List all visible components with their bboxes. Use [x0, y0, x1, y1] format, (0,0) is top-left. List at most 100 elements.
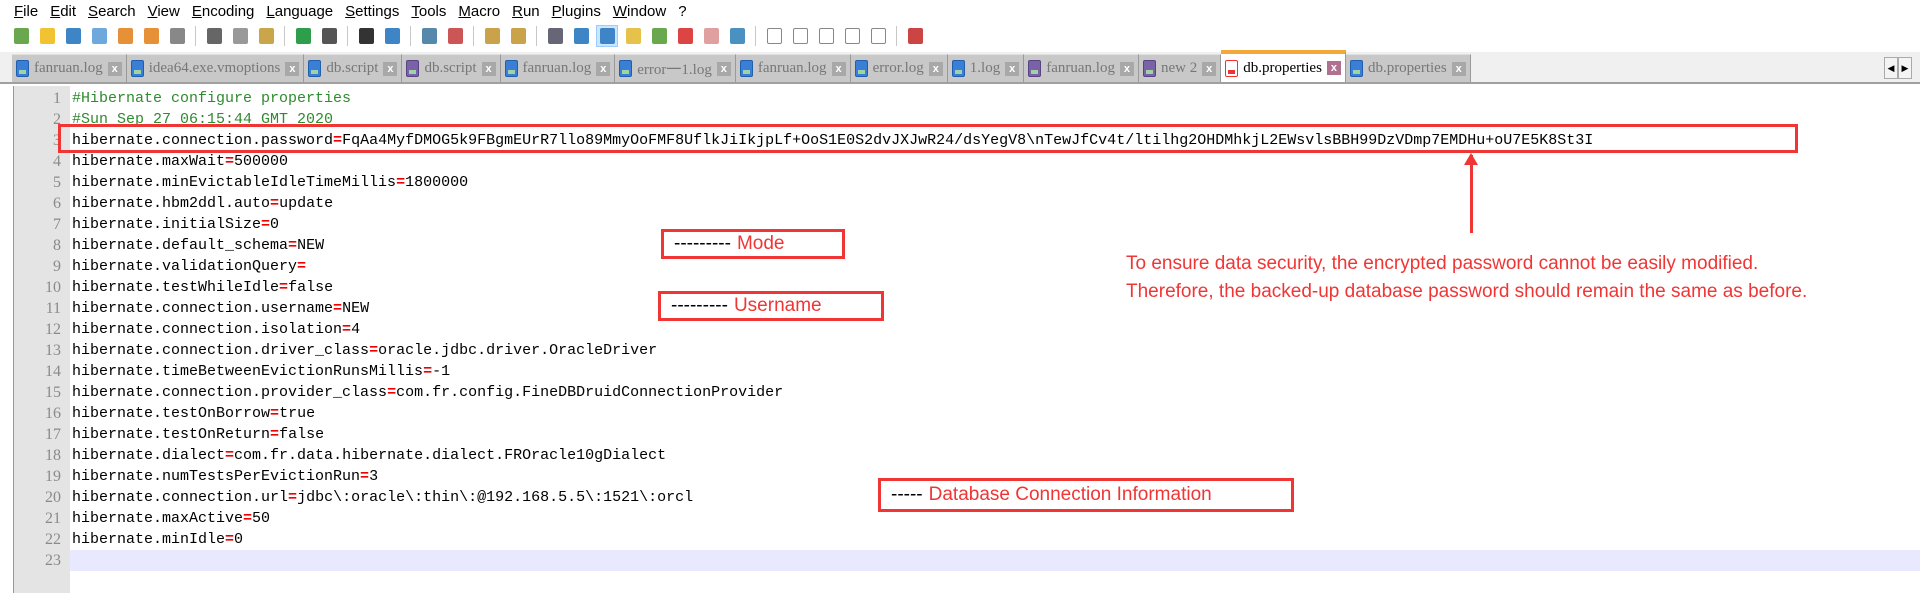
equals-sign: =	[279, 279, 289, 296]
line-content[interactable]: hibernate.default_schema=NEW	[70, 237, 324, 254]
close-tab-icon[interactable]: x	[285, 61, 300, 76]
line-content[interactable]: hibernate.testWhileIdle=false	[70, 279, 333, 296]
menu-tools[interactable]: Tools	[411, 3, 446, 20]
menu-macro[interactable]: Macro	[458, 3, 500, 20]
tab-error-log[interactable]: error.log x	[850, 54, 948, 82]
close-tab-icon[interactable]: x	[107, 61, 122, 76]
tab-db-script[interactable]: db.script x	[402, 54, 501, 82]
user-language-button[interactable]	[622, 25, 644, 47]
toolbar-separator	[896, 26, 897, 46]
close-tab-icon[interactable]: x	[383, 61, 398, 76]
close-tab-icon[interactable]: x	[481, 61, 496, 76]
close-tab-icon[interactable]: x	[1451, 61, 1466, 76]
word-wrap-button[interactable]	[544, 25, 566, 47]
close-all-button[interactable]	[140, 25, 162, 47]
open-file-button[interactable]	[36, 25, 58, 47]
new-file-button[interactable]	[10, 25, 32, 47]
save-all-button[interactable]	[88, 25, 110, 47]
tab-db-script[interactable]: db.script x	[304, 54, 403, 82]
menu-view[interactable]: View	[148, 3, 180, 20]
sync-horizontal-icon	[510, 28, 526, 44]
show-all-chars-button[interactable]	[570, 25, 592, 47]
play-macro-button[interactable]	[815, 25, 837, 47]
tab-scroll-left-icon[interactable]: ◀	[1884, 57, 1898, 79]
save-macro-button[interactable]	[867, 25, 889, 47]
line-content[interactable]: hibernate.maxActive=50	[70, 510, 270, 527]
line-content[interactable]: hibernate.connection.provider_class=com.…	[70, 384, 783, 401]
tab-fanruan-log[interactable]: fanruan.log x	[1024, 54, 1139, 82]
close-tab-icon[interactable]: x	[1119, 61, 1134, 76]
document-map-button[interactable]	[648, 25, 670, 47]
close-tab-icon[interactable]: x	[596, 61, 611, 76]
close-tab-icon[interactable]: x	[928, 61, 943, 76]
close-tab-icon[interactable]: x	[1326, 61, 1341, 75]
line-content[interactable]: hibernate.connection.driver_class=oracle…	[70, 342, 657, 359]
tab-idea64-exe-vmoptions[interactable]: idea64.exe.vmoptions x	[126, 54, 305, 82]
record-macro-button[interactable]	[763, 25, 785, 47]
tab-fanruan-log[interactable]: fanruan.log x	[735, 54, 851, 82]
folder-workspace-button[interactable]	[700, 25, 722, 47]
line-content[interactable]: hibernate.minIdle=0	[70, 531, 243, 548]
sync-horizontal-button[interactable]	[507, 25, 529, 47]
close-tab-icon[interactable]: x	[716, 61, 731, 76]
equals-sign: =	[423, 363, 433, 380]
find-button[interactable]	[355, 25, 377, 47]
menu-help[interactable]: ?	[678, 3, 686, 20]
tab-error-1-log[interactable]: error一1.log x	[615, 54, 736, 82]
menu-language[interactable]: Language	[266, 3, 333, 20]
menu-encoding[interactable]: Encoding	[192, 3, 255, 20]
indent-guide-button[interactable]	[596, 25, 618, 47]
line-content[interactable]: hibernate.maxWait=500000	[70, 153, 288, 170]
editor[interactable]: 1 #Hibernate configure properties 2 #Sun Se…	[0, 86, 1920, 593]
zoom-in-button[interactable]	[418, 25, 440, 47]
menu-settings[interactable]: Settings	[345, 3, 399, 20]
line-content[interactable]: hibernate.testOnReturn=false	[70, 426, 324, 443]
zoom-out-button[interactable]	[444, 25, 466, 47]
cut-button[interactable]	[203, 25, 225, 47]
line-content[interactable]: hibernate.minEvictableIdleTimeMillis=180…	[70, 174, 468, 191]
run-macro-multiple-button[interactable]	[841, 25, 863, 47]
monitor-button[interactable]	[726, 25, 748, 47]
line-content[interactable]: hibernate.connection.username=NEW	[70, 300, 369, 317]
print-button[interactable]	[166, 25, 188, 47]
line-content[interactable]: hibernate.initialSize=0	[70, 216, 279, 233]
undo-button[interactable]	[292, 25, 314, 47]
tab-label: error一1.log	[637, 62, 712, 78]
function-list-button[interactable]	[674, 25, 696, 47]
tab-1-log[interactable]: 1.log x	[947, 54, 1025, 82]
tab-new-2[interactable]: new 2 x	[1138, 54, 1222, 82]
spell-check-button[interactable]	[904, 25, 926, 47]
redo-button[interactable]	[318, 25, 340, 47]
close-button[interactable]	[114, 25, 136, 47]
stop-record-button[interactable]	[789, 25, 811, 47]
paste-button[interactable]	[255, 25, 277, 47]
line-content[interactable]: hibernate.connection.url=jdbc\:oracle\:t…	[70, 489, 693, 506]
line-content[interactable]	[70, 550, 1920, 571]
line-content[interactable]: hibernate.numTestsPerEvictionRun=3	[70, 468, 378, 485]
menu-edit[interactable]: Edit	[50, 3, 76, 20]
menu-file[interactable]: File	[14, 3, 38, 20]
line-content[interactable]: hibernate.connection.isolation=4	[70, 321, 360, 338]
close-tab-icon[interactable]: x	[831, 61, 846, 76]
tab-fanruan-log[interactable]: fanruan.log x	[500, 54, 616, 82]
save-button[interactable]	[62, 25, 84, 47]
copy-button[interactable]	[229, 25, 251, 47]
line-content[interactable]: hibernate.timeBetweenEvictionRunsMillis=…	[70, 363, 450, 380]
line-content[interactable]: hibernate.testOnBorrow=true	[70, 405, 315, 422]
sync-vertical-button[interactable]	[481, 25, 503, 47]
menu-window[interactable]: Window	[613, 3, 666, 20]
tab-fanruan-log[interactable]: fanruan.log x	[12, 54, 127, 82]
line-content[interactable]: hibernate.validationQuery=	[70, 258, 306, 275]
line-content[interactable]: #Hibernate configure properties	[70, 90, 351, 107]
menu-run[interactable]: Run	[512, 3, 540, 20]
tab-db-properties[interactable]: db.properties x	[1345, 54, 1471, 82]
tab-scroll-right-icon[interactable]: ▶	[1898, 57, 1912, 79]
replace-button[interactable]	[381, 25, 403, 47]
menu-search[interactable]: Search	[88, 3, 136, 20]
line-content[interactable]: hibernate.hbm2ddl.auto=update	[70, 195, 333, 212]
close-tab-icon[interactable]: x	[1202, 61, 1217, 76]
tab-db-properties[interactable]: db.properties x	[1221, 50, 1346, 82]
menu-plugins[interactable]: Plugins	[552, 3, 601, 20]
line-content[interactable]: hibernate.dialect=com.fr.data.hibernate.…	[70, 447, 666, 464]
close-tab-icon[interactable]: x	[1005, 61, 1020, 76]
